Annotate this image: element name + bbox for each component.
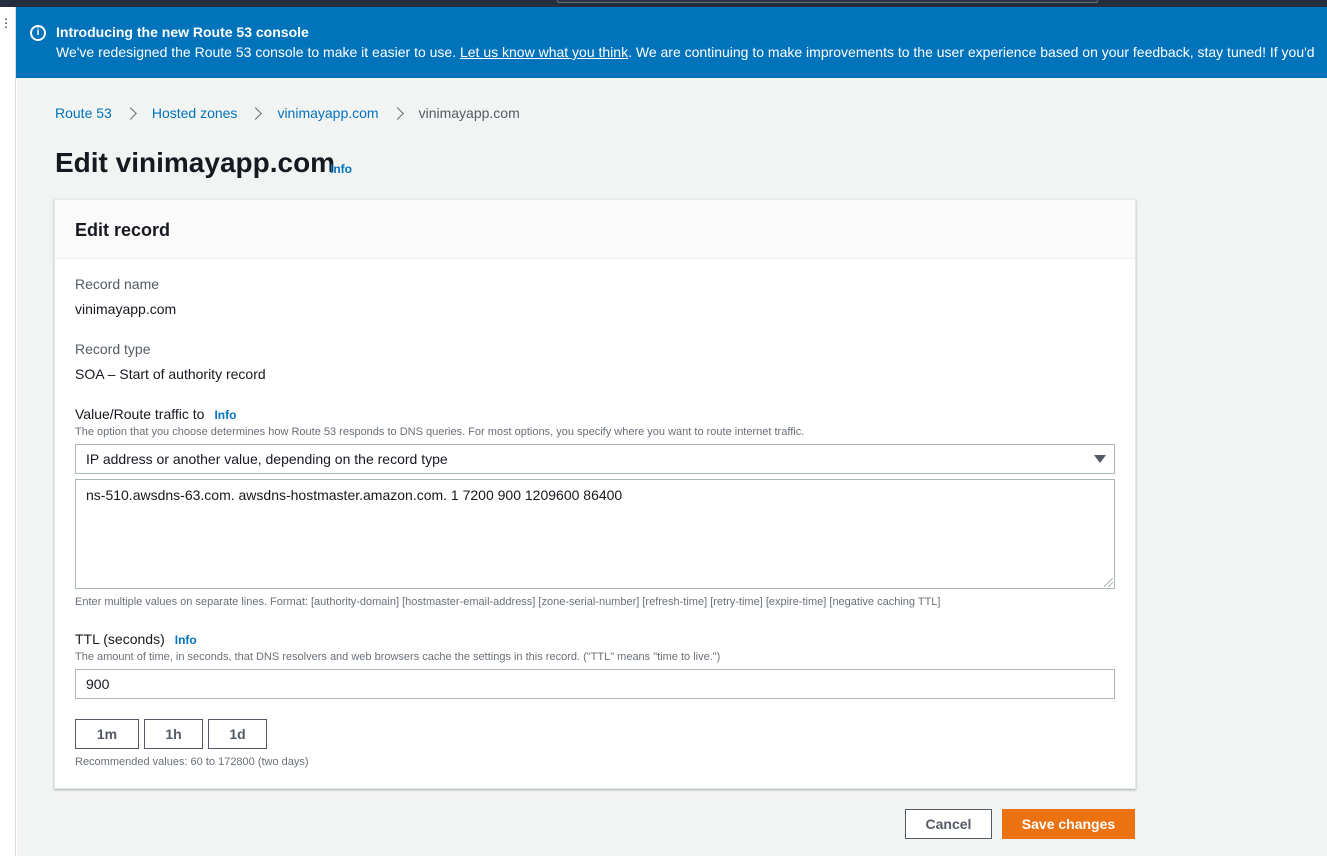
value-format-hint: Enter multiple values on separate lines.… bbox=[75, 596, 941, 608]
value-info-link[interactable]: Info bbox=[214, 408, 236, 422]
value-type-selected: IP address or another value, depending o… bbox=[86, 451, 448, 467]
breadcrumb-route53[interactable]: Route 53 bbox=[55, 105, 112, 121]
record-type-value: SOA – Start of authority record bbox=[75, 366, 266, 382]
banner-text-after: . We are continuing to make improvements… bbox=[628, 44, 1315, 60]
page-title: Edit vinimayapp.com bbox=[55, 147, 336, 178]
breadcrumb-zone[interactable]: vinimayapp.com bbox=[277, 105, 378, 121]
chevron-right-icon bbox=[123, 106, 137, 120]
left-navigation-rail[interactable]: ⋮ bbox=[0, 7, 16, 856]
breadcrumb: Route 53 Hosted zones vinimayapp.com vin… bbox=[55, 105, 520, 121]
save-changes-button[interactable]: Save changes bbox=[1002, 809, 1135, 839]
page-info-link[interactable]: Info bbox=[330, 162, 352, 176]
chevron-right-icon bbox=[249, 106, 263, 120]
ttl-label: TTL (seconds) Info bbox=[75, 631, 197, 647]
banner-title: Introducing the new Route 53 console bbox=[56, 24, 309, 40]
record-name-label: Record name bbox=[75, 276, 160, 292]
ttl-description: The amount of time, in seconds, that DNS… bbox=[75, 651, 721, 663]
breadcrumb-hosted-zones[interactable]: Hosted zones bbox=[152, 105, 238, 121]
ttl-info-link[interactable]: Info bbox=[175, 633, 197, 647]
menu-icon[interactable]: ⋮ bbox=[0, 17, 12, 29]
announcement-banner: i Introducing the new Route 53 console W… bbox=[16, 7, 1327, 78]
value-route-label: Value/Route traffic to Info bbox=[75, 406, 236, 422]
ttl-preset-1h-button[interactable]: 1h bbox=[144, 719, 203, 749]
info-icon: i bbox=[30, 25, 46, 41]
edit-record-card: Edit record Record name vinimayapp.com R… bbox=[54, 199, 1136, 789]
feedback-link[interactable]: Let us know what you think bbox=[460, 44, 628, 60]
caret-down-icon bbox=[1094, 455, 1106, 463]
value-route-label-text: Value/Route traffic to bbox=[75, 406, 205, 422]
card-header: Edit record bbox=[55, 200, 1135, 259]
ttl-recommended-hint: Recommended values: 60 to 172800 (two da… bbox=[75, 756, 309, 768]
banner-text-before: We've redesigned the Route 53 console to… bbox=[56, 44, 460, 60]
record-type-label: Record type bbox=[75, 341, 151, 357]
ttl-input[interactable]: 900 bbox=[75, 669, 1115, 699]
record-name-value: vinimayapp.com bbox=[75, 301, 177, 317]
top-nav-bar bbox=[0, 0, 1327, 7]
value-type-select[interactable]: IP address or another value, depending o… bbox=[75, 444, 1115, 474]
banner-text: We've redesigned the Route 53 console to… bbox=[56, 44, 1315, 60]
search-input[interactable] bbox=[557, 0, 1098, 3]
cancel-button[interactable]: Cancel bbox=[905, 809, 992, 839]
ttl-preset-1m-button[interactable]: 1m bbox=[75, 719, 139, 749]
ttl-label-text: TTL (seconds) bbox=[75, 631, 165, 647]
resize-handle-icon[interactable] bbox=[1104, 578, 1113, 587]
main-content: Route 53 Hosted zones vinimayapp.com vin… bbox=[17, 78, 1327, 856]
chevron-right-icon bbox=[390, 106, 404, 120]
breadcrumb-current: vinimayapp.com bbox=[418, 105, 520, 121]
record-value-textarea[interactable]: ns-510.awsdns-63.com. awsdns-hostmaster.… bbox=[75, 479, 1115, 589]
value-description: The option that you choose determines ho… bbox=[75, 426, 805, 438]
ttl-preset-1d-button[interactable]: 1d bbox=[208, 719, 267, 749]
